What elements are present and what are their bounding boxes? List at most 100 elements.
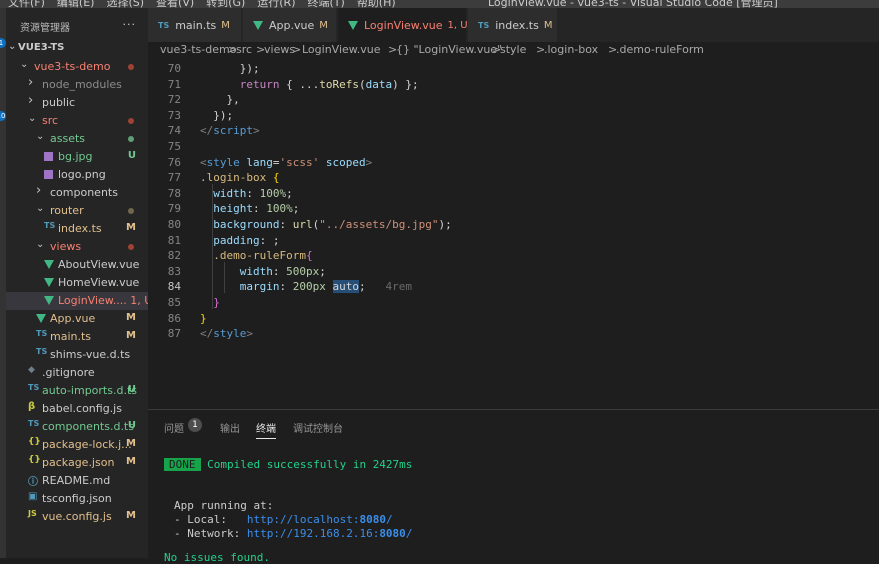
panel-tab-2[interactable]: 终端 xyxy=(256,420,276,439)
breadcrumb-item[interactable]: .login-box xyxy=(544,43,598,56)
code-line[interactable]: width: 100%; xyxy=(200,187,293,200)
panel-tab-0[interactable]: 问题 xyxy=(164,420,184,435)
local-port[interactable]: 8080 xyxy=(359,513,386,526)
code-token: padding xyxy=(213,233,260,247)
code-line[interactable]: }); xyxy=(200,62,260,75)
breadcrumb-item[interactable]: vue3-ts-demo xyxy=(160,43,236,56)
typescript-file-icon: TS xyxy=(36,329,48,338)
tree-item[interactable]: ⌄ vue3-ts-demo xyxy=(6,58,148,76)
tree-item[interactable]: HomeView.vue xyxy=(6,274,148,292)
tree-item[interactable]: ⌄ assets xyxy=(6,130,148,148)
local-url[interactable]: http://localhost: xyxy=(247,513,360,526)
code-token: : xyxy=(279,280,293,294)
code-token: toRefs xyxy=(319,77,359,91)
code-token: } xyxy=(200,311,207,325)
tree-item[interactable]: ◆ .gitignore xyxy=(6,364,148,382)
menu-item[interactable]: 文件(F) xyxy=(8,0,45,8)
editor-tab-main-ts[interactable]: TS main.ts M xyxy=(148,8,242,42)
code-line[interactable]: } xyxy=(200,296,220,309)
line-number: 82 xyxy=(167,249,181,263)
menu-item[interactable]: 编辑(E) xyxy=(57,0,95,8)
breadcrumb-item[interactable]: src xyxy=(236,43,252,56)
menu-item[interactable]: 查看(V) xyxy=(156,0,194,8)
code-line[interactable]: width: 500px; xyxy=(200,265,326,278)
editor-tab-loginview-vue[interactable]: LoginView.vue 1, U xyxy=(338,8,468,42)
code-line[interactable]: </script> xyxy=(200,124,260,137)
editor-tab-app-vue[interactable]: App.vue M xyxy=(243,8,337,42)
breadcrumb-item[interactable]: .demo-ruleForm xyxy=(616,43,704,56)
tree-item[interactable]: logo.png xyxy=(6,166,148,184)
code-line[interactable]: </style> xyxy=(200,327,253,340)
tree-item[interactable]: β babel.config.js xyxy=(6,400,148,418)
breadcrumb-item[interactable]: {} "LoginView.vue" xyxy=(396,43,502,56)
menu-item[interactable]: 选择(S) xyxy=(106,0,144,8)
code-line[interactable]: height: 100%; xyxy=(200,202,299,215)
breadcrumb-item[interactable]: LoginView.vue xyxy=(302,43,381,56)
tree-item[interactable]: ⌄ views xyxy=(6,238,148,256)
code-token: 100% xyxy=(266,202,293,216)
tree-item[interactable]: TS main.ts M xyxy=(6,328,148,346)
line-number: 77 xyxy=(167,171,181,185)
vue-file-icon xyxy=(44,260,54,269)
network-tail[interactable]: / xyxy=(406,527,413,540)
panel-tab-3[interactable]: 调试控制台 xyxy=(293,420,343,435)
tree-item[interactable]: AboutView.vue xyxy=(6,256,148,274)
tree-item[interactable]: App.vue M xyxy=(6,310,148,328)
editor-tab-index-ts[interactable]: TS index.ts M xyxy=(468,8,558,42)
local-tail[interactable]: / xyxy=(386,513,393,526)
terminal-line-compiled: DONE Compiled successfully in 2427ms xyxy=(164,458,412,471)
line-number: 86 xyxy=(167,311,181,325)
menu-item[interactable]: 终端(T) xyxy=(308,0,345,8)
code-line[interactable]: background: url("../assets/bg.jpg"); xyxy=(200,218,451,231)
git-status-badge: M xyxy=(126,456,136,467)
code-line[interactable]: }, xyxy=(200,93,239,106)
tree-item-label: main.ts xyxy=(50,330,92,343)
code-editor[interactable]: 70 }); 71 return { ...toRefs(data) }; 72 }… xyxy=(148,59,879,409)
code-line[interactable]: } xyxy=(200,312,207,325)
code-line[interactable]: return { ...toRefs(data) }; xyxy=(200,78,419,91)
explorer-title: 资源管理器 xyxy=(20,22,70,34)
code-line[interactable]: margin: 200px auto; 4rem xyxy=(200,280,412,294)
local-label: - Local: xyxy=(174,513,247,526)
code-line[interactable]: .login-box { xyxy=(200,171,279,184)
network-url[interactable]: http://192.168.2.16: xyxy=(247,527,379,540)
network-port[interactable]: 8080 xyxy=(379,527,406,540)
menu-item[interactable]: 运行(R) xyxy=(257,0,295,8)
tree-item[interactable]: ⌄ src xyxy=(6,112,148,130)
code-token: </ xyxy=(200,124,214,138)
code-line[interactable]: .demo-ruleForm{ xyxy=(200,249,312,262)
tree-item[interactable]: TS components.d.ts U xyxy=(6,418,148,436)
code-token: return xyxy=(239,77,280,91)
tree-item[interactable]: TS auto-imports.d.ts U xyxy=(6,382,148,400)
tree-item[interactable]: ⌄ router xyxy=(6,202,148,220)
tree-item[interactable]: ⓘ README.md xyxy=(6,472,148,490)
tree-item[interactable]: TS shims-vue.d.ts xyxy=(6,346,148,364)
tree-item[interactable]: bg.jpg U xyxy=(6,148,148,166)
tree-item[interactable]: › public xyxy=(6,93,148,112)
more-actions-icon[interactable]: ··· xyxy=(123,18,137,31)
tree-item[interactable]: LoginView.... 1, U xyxy=(6,292,148,310)
tree-item[interactable]: {} package-lock.j... M xyxy=(6,436,148,454)
tree-item-label: package.json xyxy=(42,456,115,469)
line-number: 75 xyxy=(167,140,181,153)
breadcrumb-item[interactable]: views xyxy=(264,43,295,56)
workspace-root[interactable]: ⌄ VUE3-TS xyxy=(6,40,148,58)
code-token: ; xyxy=(286,186,293,200)
tree-item[interactable]: ▣ tsconfig.json xyxy=(6,490,148,508)
tree-item[interactable]: TS index.ts M xyxy=(6,220,148,238)
menu-item[interactable]: 帮助(H) xyxy=(357,0,396,8)
tree-item[interactable]: {} package.json M xyxy=(6,454,148,472)
tree-item-label: router xyxy=(50,204,84,217)
panel-tab-1[interactable]: 输出 xyxy=(220,420,240,435)
workspace-label: VUE3-TS xyxy=(18,42,65,53)
tree-item[interactable]: JS vue.config.js M xyxy=(6,508,148,526)
menu-item[interactable]: 转到(G) xyxy=(206,0,245,8)
bottom-panel: 问题 1 输出 终端 调试控制台 DONE Compiled successfully … xyxy=(148,409,879,564)
code-line[interactable]: }); xyxy=(200,109,233,122)
code-line[interactable]: padding: ; xyxy=(200,234,279,247)
git-status-badge: M xyxy=(126,222,136,233)
breadcrumb-item[interactable]: style xyxy=(500,43,526,56)
tree-item[interactable]: › components xyxy=(6,183,148,202)
tree-item[interactable]: › node_modules xyxy=(6,75,148,94)
code-line[interactable]: <style lang='scss' scoped> xyxy=(200,156,372,169)
